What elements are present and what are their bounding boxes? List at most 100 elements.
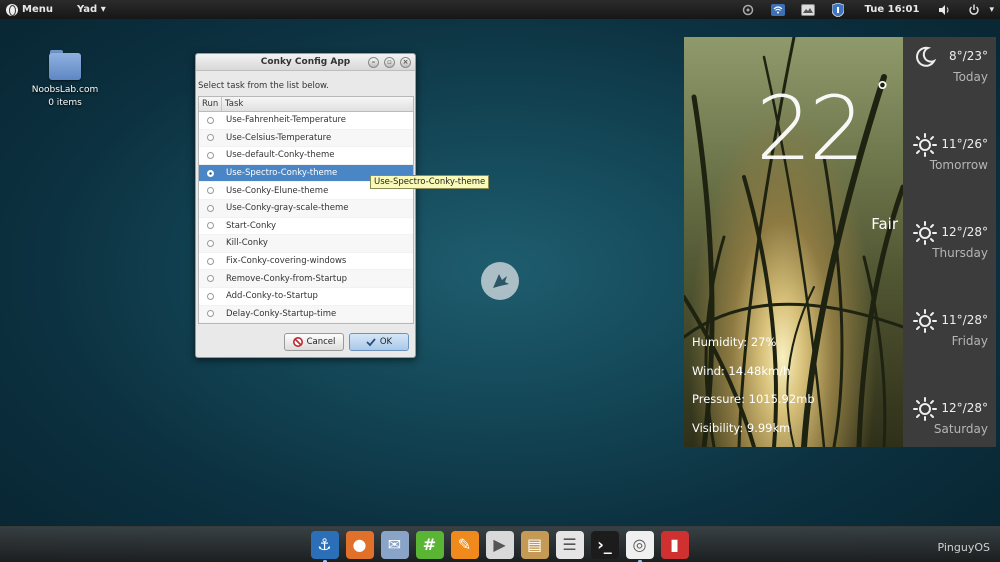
task-radio[interactable] xyxy=(199,292,222,300)
folder-name: NoobsLab.com xyxy=(31,85,99,95)
task-row[interactable]: Fix-Conky-covering-windows xyxy=(199,253,413,271)
wifi-icon[interactable] xyxy=(770,3,785,17)
task-row[interactable]: Delay-Conky-Startup-time xyxy=(199,305,413,324)
volume-icon[interactable] xyxy=(937,3,951,17)
weather-background-photo: 22 ° Fair Humidity: 27% Wind: 14.48km/h … xyxy=(684,37,903,447)
task-radio[interactable] xyxy=(199,239,222,247)
task-rows: Use-Fahrenheit-Temperature Use-Celsius-Te… xyxy=(199,112,413,324)
forecast-day: 11°/26° Tomorrow xyxy=(903,125,996,213)
forecast-temp: 11°/26° xyxy=(941,137,988,151)
forecast-day: 8°/23° Today xyxy=(903,37,996,125)
task-list-header: Run Task xyxy=(199,97,413,112)
ok-button[interactable]: OK xyxy=(349,333,409,351)
task-row[interactable]: Add-Conky-to-Startup xyxy=(199,288,413,306)
dialog-instruction: Select task from the list below. xyxy=(198,81,329,91)
chat-icon[interactable]: # xyxy=(413,529,446,560)
forecast-temp: 11°/28° xyxy=(941,313,988,327)
power-icon[interactable] xyxy=(967,3,981,17)
humidity-stat: Humidity: 27% xyxy=(692,335,777,349)
power-menu-arrow[interactable]: ▾ xyxy=(989,5,994,15)
task-row[interactable]: Use-Fahrenheit-Temperature xyxy=(199,112,413,130)
current-temperature: 22 xyxy=(756,77,865,180)
gear-tray-icon[interactable] xyxy=(741,3,755,17)
wind-stat: Wind: 14.48km/h xyxy=(692,364,791,378)
task-row[interactable]: Use-default-Conky-theme xyxy=(199,147,413,165)
task-row[interactable]: Remove-Conky-from-Startup xyxy=(199,270,413,288)
task-label: Fix-Conky-covering-windows xyxy=(226,256,347,267)
task-radio[interactable] xyxy=(199,310,222,318)
task-label: Use-Fahrenheit-Temperature xyxy=(226,115,347,126)
task-label: Add-Conky-to-Startup xyxy=(226,291,318,302)
column-header-task[interactable]: Task xyxy=(222,97,243,111)
task-label: Use-Celsius-Temperature xyxy=(226,132,332,143)
degree-symbol: ° xyxy=(876,77,889,107)
weather-widget: 22 ° Fair Humidity: 27% Wind: 14.48km/h … xyxy=(684,37,996,447)
task-label: Remove-Conky-from-Startup xyxy=(226,273,348,284)
column-header-run[interactable]: Run xyxy=(199,97,222,111)
sun-icon xyxy=(913,309,937,333)
moon-icon xyxy=(913,45,937,69)
task-label: Use-Conky-gray-scale-theme xyxy=(226,203,349,214)
task-row[interactable]: Start-Conky xyxy=(199,218,413,236)
minimize-button[interactable]: – xyxy=(368,57,379,68)
task-radio[interactable] xyxy=(199,116,222,124)
task-radio[interactable] xyxy=(199,204,222,212)
folder-icon xyxy=(49,50,81,80)
globe-icon xyxy=(6,3,18,16)
bookmark-icon[interactable]: ▮ xyxy=(658,529,691,560)
dock: ⚓ ● ✉ # ✎ ▶ ▤ ☰ ›_ ◎ ▮ PinguyOS xyxy=(0,526,1000,562)
cancel-icon xyxy=(292,337,303,347)
task-radio[interactable] xyxy=(199,275,222,283)
forecast-day-name: Tomorrow xyxy=(929,158,988,172)
dock-icons: ⚓ ● ✉ # ✎ ▶ ▤ ☰ ›_ ◎ ▮ xyxy=(308,529,691,562)
anchor-icon[interactable]: ⚓ xyxy=(308,529,341,562)
top-panel: Menu Yad ▾ Tue 16:01 ▾ xyxy=(0,0,1000,19)
shield-icon[interactable] xyxy=(831,2,845,17)
forecast-panel: 8°/23° Today 11°/26° Tomorrow 12°/28° Thursda… xyxy=(903,37,996,447)
cancel-button[interactable]: Cancel xyxy=(284,333,344,351)
yad-menu-button[interactable]: Yad ▾ xyxy=(77,0,106,19)
task-row[interactable]: Use-Celsius-Temperature xyxy=(199,129,413,148)
archive-icon[interactable]: ▤ xyxy=(518,529,551,560)
video-editor-icon[interactable]: ▶ xyxy=(483,529,516,560)
menu-button[interactable]: Menu xyxy=(6,0,53,19)
weather-condition: Fair xyxy=(871,215,898,233)
task-radio[interactable] xyxy=(199,134,222,142)
pressure-stat: Pressure: 1015.92mb xyxy=(692,392,815,406)
mixer-icon[interactable]: ☰ xyxy=(553,529,586,560)
display-icon[interactable] xyxy=(800,3,815,17)
mail-stamp-icon[interactable]: ✉ xyxy=(378,529,411,560)
spiral-icon[interactable]: ◎ xyxy=(623,529,656,562)
cancel-label: Cancel xyxy=(306,337,336,347)
clock[interactable]: Tue 16:01 xyxy=(865,4,920,15)
forecast-temp: 8°/23° xyxy=(949,49,988,63)
task-radio[interactable] xyxy=(199,169,222,177)
task-row[interactable]: Kill-Conky xyxy=(199,235,413,253)
task-label: Use-Conky-Elune-theme xyxy=(226,185,329,196)
forecast-temp: 12°/28° xyxy=(941,225,988,239)
pen-icon[interactable]: ✎ xyxy=(448,529,481,560)
task-radio[interactable] xyxy=(199,222,222,230)
desktop-folder[interactable]: NoobsLab.com 0 items xyxy=(26,50,104,110)
task-radio[interactable] xyxy=(199,151,222,159)
dialog-titlebar[interactable]: Conky Config App – ▫ × xyxy=(196,54,415,71)
task-row[interactable]: Use-Conky-gray-scale-theme xyxy=(199,199,413,218)
close-button[interactable]: × xyxy=(400,57,411,68)
sun-icon xyxy=(913,221,937,245)
terminal-icon[interactable]: ›_ xyxy=(588,529,621,560)
os-label: PinguyOS xyxy=(937,541,990,554)
task-label: Start-Conky xyxy=(226,220,277,231)
task-radio[interactable] xyxy=(199,187,222,195)
task-tooltip: Use-Spectro-Conky-theme xyxy=(370,175,490,189)
maximize-button[interactable]: ▫ xyxy=(384,57,395,68)
firefox-icon[interactable]: ● xyxy=(343,529,376,560)
forecast-day: 12°/28° Saturday xyxy=(903,389,996,477)
task-list: Run Task Use-Fahrenheit-Temperature Use-C… xyxy=(198,96,414,324)
visibility-stat: Visibility: 9.99km xyxy=(692,421,791,435)
yad-label: Yad ▾ xyxy=(76,4,106,15)
dialog-title: Conky Config App xyxy=(260,57,351,67)
dialog-buttons: Cancel OK xyxy=(284,333,409,351)
checkmark-icon xyxy=(366,338,376,347)
conky-config-dialog: Conky Config App – ▫ × Select task from … xyxy=(195,53,416,358)
task-radio[interactable] xyxy=(199,257,222,265)
